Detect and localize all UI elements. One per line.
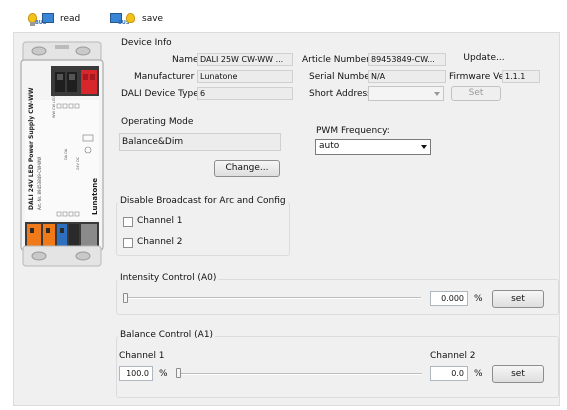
channel1-checkbox[interactable] <box>123 217 133 227</box>
set-address-button[interactable]: Set <box>451 86 501 101</box>
balance-slider-thumb[interactable] <box>176 368 181 378</box>
broadcast-group <box>116 202 290 256</box>
balance-title: Balance Control (A1) <box>118 330 216 340</box>
name-label: Name <box>172 55 199 65</box>
balance-channel2-label: Channel 2 <box>430 351 476 361</box>
intensity-unit: % <box>474 294 483 304</box>
pwm-frequency-label: PWM Frequency: <box>316 126 390 136</box>
device-type-label: DALI Device Type <box>121 89 199 99</box>
manufacturer-label: Manufacturer <box>134 72 195 82</box>
channel2-label: Channel 2 <box>137 237 183 247</box>
name-field: DALI 25W CW-WW ... <box>197 53 293 66</box>
svg-text:DALI 24V LED Power Supply CW-W: DALI 24V LED Power Supply CW-WW <box>28 87 35 210</box>
article-number-field: 89453849-CW... <box>368 53 446 66</box>
change-mode-button[interactable]: Change... <box>214 160 280 177</box>
balance-channel1-unit: % <box>159 369 168 379</box>
pwm-frequency-select[interactable]: auto <box>315 139 431 155</box>
bulb-bus-to-monitor-icon: BUS <box>28 11 54 27</box>
intensity-slider-track[interactable] <box>123 297 421 299</box>
broadcast-title: Disable Broadcast for Arc and Config <box>118 196 288 206</box>
toolbar: BUS read BUS save <box>0 0 567 32</box>
chevron-down-icon <box>421 145 427 149</box>
led-driver-device-icon: DALI 24V LED Power Supply CW-WW Art.-Nr.… <box>17 40 107 268</box>
intensity-set-button[interactable]: set <box>492 290 544 308</box>
device-info-title: Device Info <box>121 38 172 48</box>
balance-channel2-input[interactable]: 0.0 <box>430 366 468 381</box>
intensity-value-input[interactable]: 0.000 <box>430 291 468 306</box>
firmware-field: 1.1.1 <box>502 70 540 83</box>
svg-text:WW CW LED+: WW CW LED+ <box>52 93 56 118</box>
svg-text:Lunatone: Lunatone <box>91 178 99 215</box>
balance-slider-track[interactable] <box>176 373 422 375</box>
pwm-frequency-value: auto <box>319 141 340 151</box>
channel2-checkbox[interactable] <box>123 238 133 248</box>
serial-number-field: N/A <box>368 70 446 83</box>
read-button[interactable]: BUS read <box>28 10 80 28</box>
device-type-field: 6 <box>197 87 293 100</box>
svg-text:DA DA: DA DA <box>64 148 68 160</box>
save-label: save <box>142 14 164 24</box>
svg-text:Art.-Nr. 89453849-CW-WW: Art.-Nr. 89453849-CW-WW <box>37 157 42 210</box>
operating-mode-title: Operating Mode <box>121 117 194 127</box>
balance-channel2-unit: % <box>474 369 483 379</box>
short-address-label: Short Address <box>309 89 372 99</box>
svg-text:24V DC: 24V DC <box>76 156 80 170</box>
intensity-slider-thumb[interactable] <box>123 293 128 303</box>
serial-number-label: Serial Number <box>309 72 374 82</box>
operating-mode-field: Balance&Dim <box>119 133 281 151</box>
update-button[interactable]: Update... <box>452 52 516 66</box>
manufacturer-field: Lunatone <box>197 70 293 83</box>
monitor-bus-to-bulb-icon: BUS <box>110 11 136 27</box>
short-address-select[interactable] <box>368 86 444 101</box>
read-label: read <box>60 14 81 24</box>
intensity-title: Intensity Control (A0) <box>118 273 219 283</box>
balance-channel1-label: Channel 1 <box>119 351 165 361</box>
article-number-label: Article Number <box>302 55 370 65</box>
firmware-label: Firmware Ver <box>449 72 508 82</box>
balance-channel1-input[interactable]: 100.0 <box>119 366 153 381</box>
channel1-label: Channel 1 <box>137 216 183 226</box>
chevron-down-icon <box>434 92 440 96</box>
balance-set-button[interactable]: set <box>492 365 544 383</box>
save-button[interactable]: BUS save <box>110 10 163 28</box>
